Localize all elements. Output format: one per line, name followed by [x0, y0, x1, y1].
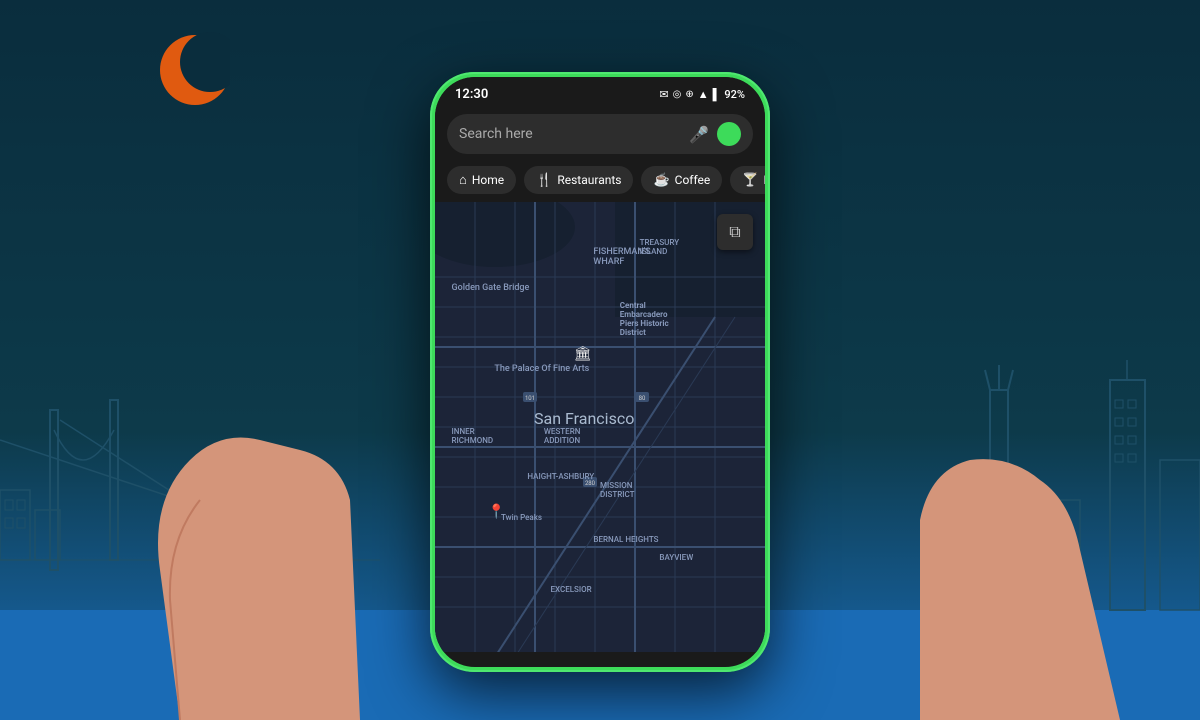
vpn-icon: ⊕ [685, 89, 693, 100]
svg-text:80: 80 [639, 395, 646, 402]
layers-icon: ⧉ [729, 222, 740, 242]
map-streets-svg: 101 280 80 [435, 202, 765, 652]
chip-home-label: Home [472, 173, 504, 187]
chip-coffee[interactable]: ☕ Coffee [641, 166, 722, 194]
search-placeholder[interactable]: Search here [459, 126, 681, 142]
phone-case: 12:30 ✉ ◎ ⊕ ▲ ▌ 92% Search here 🎤 [430, 72, 770, 672]
chip-bars-label: B [763, 173, 765, 187]
chip-coffee-label: Coffee [675, 173, 711, 187]
home-icon: ⌂ [459, 172, 467, 188]
svg-text:101: 101 [525, 395, 535, 402]
chip-restaurants[interactable]: 🍴 Restaurants [524, 166, 633, 194]
signal-icon: ▌ [713, 88, 721, 101]
search-bar-area: Search here 🎤 [435, 108, 765, 162]
fork-icon: 🍴 [536, 173, 552, 188]
wifi-icon: ▲ [698, 88, 709, 101]
layers-button[interactable]: ⧉ [717, 214, 753, 250]
chip-restaurants-label: Restaurants [557, 173, 621, 187]
hand-left [100, 220, 360, 720]
phone-screen: 12:30 ✉ ◎ ⊕ ▲ ▌ 92% Search here 🎤 [435, 77, 765, 667]
status-icons: ✉ ◎ ⊕ ▲ ▌ 92% [659, 88, 745, 101]
map-area[interactable]: 101 280 80 Golden Gate Bridge The Palace… [435, 202, 765, 652]
coffee-icon: ☕ [653, 173, 669, 188]
cocktail-icon: 🍸 [742, 173, 758, 188]
moon-icon [150, 30, 230, 110]
search-bar[interactable]: Search here 🎤 [447, 114, 753, 154]
mic-icon[interactable]: 🎤 [689, 125, 709, 144]
phone: 12:30 ✉ ◎ ⊕ ▲ ▌ 92% Search here 🎤 [430, 72, 770, 672]
status-time: 12:30 [455, 87, 488, 102]
chip-bars[interactable]: 🍸 B [730, 166, 765, 194]
hand-right [920, 270, 1120, 720]
chip-home[interactable]: ⌂ Home [447, 166, 516, 194]
battery-text: 92% [724, 88, 745, 101]
location-icon: ◎ [673, 89, 682, 100]
filter-chips: ⌂ Home 🍴 Restaurants ☕ Coffee 🍸 B [435, 162, 765, 202]
profile-avatar[interactable] [717, 122, 741, 146]
palace-icon: 🏛 [574, 346, 592, 362]
svg-text:280: 280 [585, 480, 596, 487]
email-icon: ✉ [659, 88, 668, 101]
status-bar: 12:30 ✉ ◎ ⊕ ▲ ▌ 92% [435, 77, 765, 108]
map-canvas: 101 280 80 Golden Gate Bridge The Palace… [435, 202, 765, 652]
twin-peaks-pin: 📍 [488, 504, 505, 520]
